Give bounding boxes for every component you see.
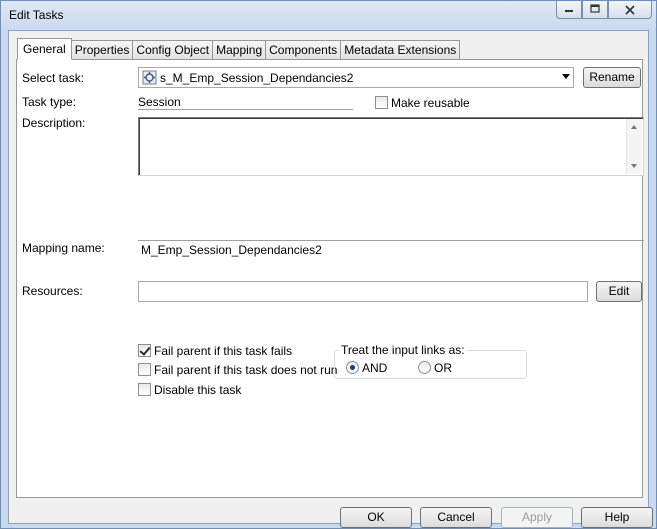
disable-task-checkbox[interactable] [138, 383, 151, 396]
close-button[interactable] [608, 1, 652, 19]
scroll-down-icon[interactable] [631, 164, 637, 168]
help-button[interactable]: Help [581, 507, 653, 528]
mapping-name-field: M_Emp_Session_Dependancies2 [138, 240, 644, 259]
description-scrollbar[interactable] [626, 119, 642, 174]
fail-parent-if-fails-label: Fail parent if this task fails [154, 344, 293, 358]
tab-strip: General Properties Config Object Mapping… [17, 38, 461, 60]
fail-parent-if-fails-checkbox[interactable] [138, 344, 151, 357]
tab-general[interactable]: General [17, 38, 72, 60]
minimize-icon [564, 4, 574, 16]
mapping-name-value: M_Emp_Session_Dependancies2 [141, 243, 322, 257]
maximize-icon [590, 3, 600, 16]
ok-button[interactable]: OK [340, 507, 412, 528]
select-task-label: Select task: [22, 71, 85, 85]
disable-task-label: Disable this task [154, 383, 242, 397]
input-links-title: Treat the input links as: [339, 343, 467, 357]
make-reusable-label: Make reusable [391, 96, 470, 110]
description-textarea[interactable] [138, 117, 644, 176]
tab-metadata-extensions[interactable]: Metadata Extensions [341, 40, 461, 60]
chevron-down-icon[interactable] [562, 74, 570, 79]
select-task-combo[interactable]: s_M_Emp_Session_Dependancies2 [138, 67, 574, 88]
or-radio[interactable] [418, 361, 431, 374]
scroll-up-icon[interactable] [631, 125, 637, 129]
edit-resources-button[interactable]: Edit [596, 281, 642, 302]
resources-field[interactable] [138, 281, 588, 302]
tab-properties[interactable]: Properties [71, 40, 134, 60]
or-label: OR [434, 361, 452, 375]
close-icon [625, 2, 635, 18]
task-type-value: Session [138, 95, 181, 109]
and-label: AND [362, 361, 388, 375]
mapping-name-label: Mapping name: [22, 241, 105, 255]
tab-components[interactable]: Components [266, 40, 342, 60]
cancel-button[interactable]: Cancel [420, 507, 492, 528]
window-title: Edit Tasks [9, 8, 64, 22]
make-reusable-checkbox[interactable] [375, 96, 388, 109]
fail-parent-if-not-run-checkbox[interactable] [138, 363, 151, 376]
input-links-group: Treat the input links as: AND OR [334, 343, 527, 379]
maximize-button[interactable] [582, 1, 608, 19]
and-radio[interactable] [346, 361, 359, 374]
fail-parent-if-not-run-label: Fail parent if this task does not run [154, 363, 338, 377]
tab-mapping[interactable]: Mapping [213, 40, 267, 60]
tab-config-object[interactable]: Config Object [133, 40, 214, 60]
description-label: Description: [22, 116, 86, 130]
session-task-icon [142, 70, 157, 85]
edit-tasks-window: Edit Tasks General Properties Config Obj… [0, 0, 657, 529]
title-bar[interactable]: Edit Tasks [1, 1, 656, 31]
general-tab-panel: Select task: s_M_Emp_Session_Dependancie… [16, 59, 644, 498]
resources-label: Resources: [22, 284, 83, 298]
minimize-button[interactable] [556, 1, 582, 19]
apply-button[interactable]: Apply [501, 507, 573, 528]
select-task-value: s_M_Emp_Session_Dependancies2 [160, 71, 354, 85]
task-type-field: Session [138, 94, 353, 110]
dialog-client-area: General Properties Config Object Mapping… [8, 30, 653, 528]
caption-buttons [556, 1, 652, 19]
rename-button[interactable]: Rename [583, 67, 641, 88]
task-type-label: Task type: [22, 95, 77, 109]
